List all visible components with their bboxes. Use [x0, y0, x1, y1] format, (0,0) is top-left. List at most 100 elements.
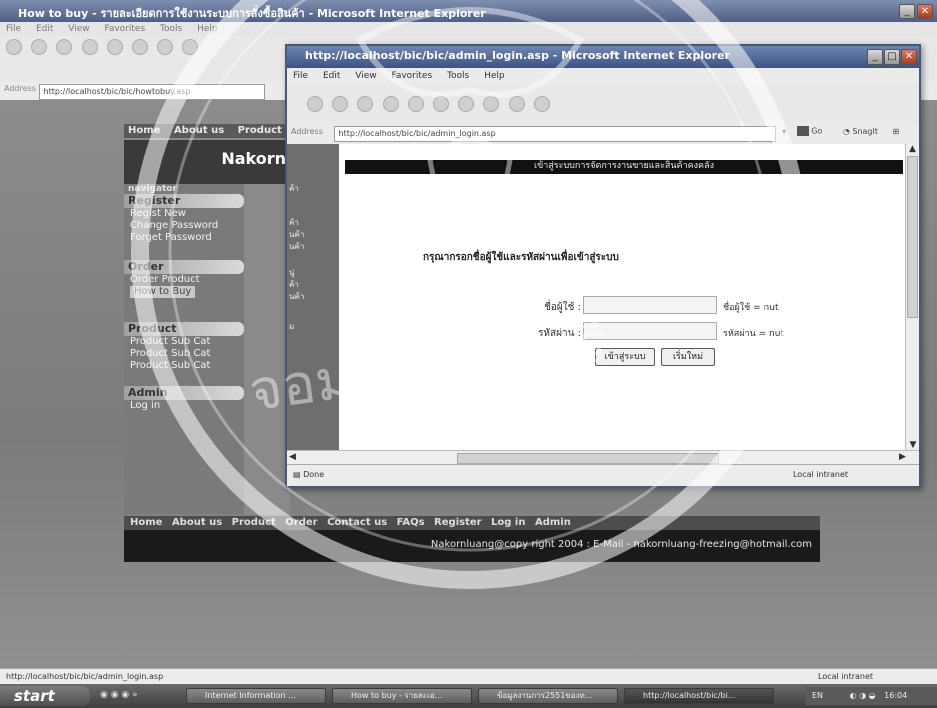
footer-nav-faqs[interactable]: FAQs: [397, 517, 425, 528]
scroll-up-icon[interactable]: ▲: [906, 144, 919, 154]
go-label: Go: [811, 126, 823, 136]
nav-how-to-buy[interactable]: How to Buy: [130, 286, 196, 298]
back-home-icon[interactable]: [106, 39, 123, 55]
vertical-scrollbar[interactable]: ▲ ▼: [905, 144, 919, 450]
section-order-header: Order: [124, 260, 244, 274]
site-navigator-panel: navigator Register Regist New Change Pas…: [124, 184, 244, 514]
back-history-icon[interactable]: [182, 39, 199, 55]
scroll-down-icon[interactable]: ▼: [906, 440, 920, 450]
front-print-icon[interactable]: [533, 96, 550, 112]
snagit-button[interactable]: ◔ SnagIt: [843, 127, 878, 136]
nav-product-sub-cat-1[interactable]: Product Sub Cat: [124, 336, 244, 348]
mid-item-4: นค้า: [289, 242, 305, 251]
front-menubar: File Edit View Favorites Tools Help: [287, 68, 919, 84]
back-favorites-icon[interactable]: [157, 39, 174, 55]
task-admin-login[interactable]: http://localhost/bic/bi...: [624, 688, 774, 704]
front-mail-icon[interactable]: [508, 96, 525, 112]
nav-product-sub-cat-3[interactable]: Product Sub Cat: [124, 360, 244, 372]
back-menu-favorites[interactable]: Favorites: [104, 24, 145, 34]
address-dropdown-icon[interactable]: ▾: [778, 127, 790, 136]
login-submit-button[interactable]: เข้าสู่ระบบ: [595, 348, 655, 366]
front-minimize-button[interactable]: _: [867, 49, 883, 65]
front-menu-favorites[interactable]: Favorites: [391, 71, 432, 81]
site-copyright: Nakornluang@copy right 2004 : E-Mail - n…: [124, 530, 820, 562]
task-how-to-buy[interactable]: How to buy - รายละเอ...: [332, 688, 472, 704]
back-search-icon[interactable]: [131, 39, 148, 55]
front-addressbar: Address http://localhost/bic/bic/admin_l…: [287, 122, 919, 144]
horizontal-scrollbar[interactable]: ◀ ▶: [287, 450, 919, 464]
back-address-input[interactable]: http://localhost/bic/bic/howtobuy.asp: [38, 84, 265, 100]
scroll-right-icon[interactable]: ▶: [899, 452, 906, 462]
front-refresh-icon[interactable]: [382, 96, 399, 112]
username-input[interactable]: [583, 296, 717, 314]
mid-item-2: ค้า: [289, 218, 299, 227]
start-button[interactable]: start: [0, 686, 90, 706]
back-menu-view[interactable]: View: [68, 24, 89, 34]
front-favorites-icon[interactable]: [458, 96, 475, 112]
back-menu-file[interactable]: File: [6, 24, 21, 34]
back-refresh-icon[interactable]: [81, 39, 98, 55]
front-window-title: http://localhost/bic/bic/admin_login.asp…: [305, 49, 730, 62]
site-nav-product[interactable]: Product: [238, 125, 282, 136]
front-menu-help[interactable]: Help: [484, 71, 505, 81]
front-history-icon[interactable]: [483, 96, 500, 112]
front-forward-icon[interactable]: [332, 96, 349, 112]
site-top-nav: Home About us Product: [124, 124, 294, 138]
back-stop-icon[interactable]: [56, 39, 73, 55]
site-nav-about[interactable]: About us: [174, 125, 224, 136]
footer-nav-product[interactable]: Product: [232, 517, 276, 528]
nav-change-password[interactable]: Change Password: [124, 220, 244, 232]
footer-nav-admin[interactable]: Admin: [535, 517, 571, 528]
back-nav-forward-icon[interactable]: [31, 39, 48, 55]
footer-nav-about[interactable]: About us: [172, 517, 222, 528]
footer-nav-order[interactable]: Order: [285, 517, 317, 528]
back-menubar: File Edit View Favorites Tools Help: [0, 22, 937, 36]
horizontal-scroll-thumb[interactable]: [457, 453, 719, 464]
front-window-titlebar: http://localhost/bic/bic/admin_login.asp…: [287, 46, 919, 68]
back-menu-edit[interactable]: Edit: [36, 24, 53, 34]
front-back-icon[interactable]: [307, 96, 323, 112]
front-home-icon[interactable]: [407, 96, 424, 112]
footer-nav-contact[interactable]: Contact us: [327, 517, 387, 528]
task-word-doc[interactable]: ข้อมูลงานการ2551ของท...: [478, 688, 618, 704]
tray-language[interactable]: EN: [812, 691, 823, 700]
front-menu-file[interactable]: File: [293, 71, 308, 81]
front-menu-view[interactable]: View: [355, 71, 376, 81]
nav-order-product[interactable]: Order Product: [124, 274, 244, 286]
password-input[interactable]: [583, 322, 717, 340]
front-address-input[interactable]: http://localhost/bic/bic/admin_login.asp: [333, 126, 776, 142]
footer-nav-home[interactable]: Home: [130, 517, 162, 528]
nav-product-sub-cat-2[interactable]: Product Sub Cat: [124, 348, 244, 360]
nav-regist-new[interactable]: Regist New: [124, 208, 244, 220]
site-nav-home[interactable]: Home: [128, 125, 160, 136]
login-prompt: กรุณากรอกชื่อผู้ใช้และรหัสผ่านเพื่อเข้าส…: [423, 252, 619, 263]
task-iis[interactable]: Internet Information ...: [186, 688, 326, 704]
vertical-scroll-thumb[interactable]: [907, 156, 918, 318]
back-minimize-button[interactable]: _: [899, 4, 915, 19]
back-status-url: http://localhost/bic/bic/admin_login.asp: [6, 672, 164, 681]
back-statusbar: http://localhost/bic/bic/admin_login.asp…: [0, 668, 937, 684]
front-close-button[interactable]: ✕: [901, 49, 917, 65]
nav-forget-password[interactable]: Forget Password: [124, 232, 244, 244]
front-menu-tools[interactable]: Tools: [447, 71, 469, 81]
front-maximize-button[interactable]: □: [884, 49, 900, 65]
scroll-left-icon[interactable]: ◀: [289, 452, 296, 462]
back-menu-help[interactable]: Help: [197, 24, 218, 34]
system-tray: EN ◐ ◑ ◒ 16:04: [806, 687, 937, 705]
mid-item-3: นค้า: [289, 230, 305, 239]
go-button[interactable]: Go: [796, 126, 823, 136]
snagit-extra-icon[interactable]: ⊞: [893, 127, 900, 136]
site-banner: Nakorn: [124, 140, 294, 184]
footer-nav-login[interactable]: Log in: [491, 517, 525, 528]
footer-nav-register[interactable]: Register: [434, 517, 482, 528]
back-menu-tools[interactable]: Tools: [160, 24, 182, 34]
front-search-icon[interactable]: [432, 96, 449, 112]
nav-log-in[interactable]: Log in: [124, 400, 244, 412]
back-nav-back-icon[interactable]: [6, 39, 22, 55]
front-menu-edit[interactable]: Edit: [323, 71, 340, 81]
login-reset-button[interactable]: เริ่มใหม่: [661, 348, 715, 366]
front-stop-icon[interactable]: [357, 96, 374, 112]
back-close-button[interactable]: ✕: [917, 4, 933, 19]
site-banner-title: Nakorn: [221, 149, 286, 168]
section-product-header: Product: [124, 322, 244, 336]
